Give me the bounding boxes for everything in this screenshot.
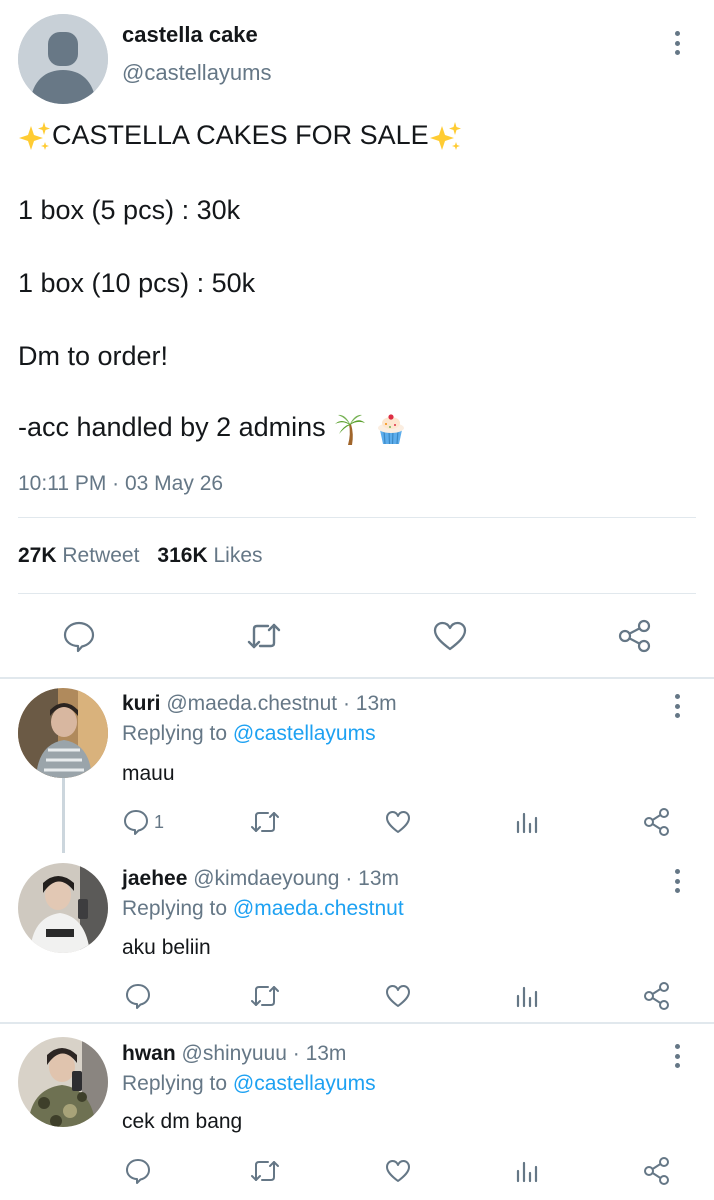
replying-mention[interactable]: @castellayums <box>233 1072 376 1095</box>
heart-icon[interactable] <box>384 983 412 1009</box>
user-photo <box>18 863 108 953</box>
heart-icon[interactable] <box>384 1158 412 1184</box>
reply-author-name[interactable]: kuri <box>122 692 161 715</box>
analytics-icon[interactable] <box>515 984 541 1008</box>
sparkles-icon <box>19 122 50 150</box>
retweet-stat[interactable]: 27K Retweet <box>18 544 139 567</box>
share-icon[interactable] <box>643 807 671 837</box>
reply-item[interactable]: jaehee @kimdaeyoung · 13m Replying to @m… <box>0 849 714 1022</box>
retweet-label: Retweet <box>62 544 140 567</box>
comment-icon[interactable] <box>62 619 96 653</box>
reply-header: kuri @maeda.chestnut · 13m <box>122 692 397 716</box>
sparkles-icon <box>429 122 461 150</box>
user-photo <box>18 688 108 778</box>
tweet-line-price-large: 1 box (10 pcs) : 50k <box>18 268 256 298</box>
more-options-icon[interactable] <box>674 869 680 893</box>
more-options-icon[interactable] <box>674 1044 680 1068</box>
share-icon[interactable] <box>643 1156 671 1186</box>
replying-to: Replying to @castellayums <box>122 722 376 746</box>
tweet-line-title: CASTELLA CAKES FOR SALE <box>18 120 463 154</box>
heart-icon[interactable] <box>384 809 412 835</box>
comment-icon[interactable] <box>124 1157 152 1185</box>
tweet-title-text: CASTELLA CAKES FOR SALE <box>52 120 429 151</box>
divider <box>18 593 696 594</box>
reply-time: · 13m <box>292 1042 347 1065</box>
replying-label: Replying to <box>122 1072 228 1095</box>
more-options-icon[interactable] <box>674 694 680 718</box>
reply-author-handle[interactable]: @maeda.chestnut <box>166 692 337 715</box>
reply-text: aku beliin <box>122 936 211 959</box>
thread-line <box>62 778 65 853</box>
author-name[interactable]: castella cake <box>122 22 258 48</box>
tweet-line-price-small: 1 box (5 pcs) : 30k <box>18 195 241 225</box>
avatar[interactable] <box>18 688 108 778</box>
reply-header: hwan @shinyuuu · 13m <box>122 1042 346 1066</box>
share-icon[interactable] <box>617 618 653 654</box>
author-handle[interactable]: @castellayums <box>122 60 272 86</box>
retweet-icon[interactable] <box>249 809 281 835</box>
like-count: 316K <box>157 544 208 567</box>
replying-mention[interactable]: @castellayums <box>233 722 376 745</box>
reply-text: cek dm bang <box>122 1110 243 1133</box>
retweet-icon[interactable] <box>246 621 282 651</box>
analytics-icon[interactable] <box>515 810 541 834</box>
user-photo <box>18 1037 108 1127</box>
reply-item[interactable]: hwan @shinyuuu · 13m Replying to @castel… <box>0 1024 714 1200</box>
divider <box>18 517 696 518</box>
reply-text: mauu <box>122 762 175 785</box>
tweet-timestamp[interactable]: 10:11 PM · 03 May 26 <box>18 472 223 496</box>
retweet-count: 27K <box>18 544 57 567</box>
author-avatar[interactable] <box>18 14 108 104</box>
reply-time: · 13m <box>342 692 397 715</box>
reply-time: · 13m <box>345 867 399 890</box>
tweet-line-order: Dm to order! <box>18 341 169 371</box>
retweet-icon[interactable] <box>249 983 281 1009</box>
reply-author-name[interactable]: hwan <box>122 1042 176 1065</box>
replying-label: Replying to <box>122 722 228 745</box>
palm-tree-icon <box>335 414 366 445</box>
tweet-admins-text: -acc handled by 2 admins <box>18 412 326 443</box>
reply-author-name[interactable]: jaehee <box>122 867 187 890</box>
more-options-icon[interactable] <box>674 31 680 55</box>
avatar[interactable] <box>18 1037 108 1127</box>
analytics-icon[interactable] <box>515 1159 541 1183</box>
replying-label: Replying to <box>122 897 228 920</box>
cupcake-icon <box>377 414 404 445</box>
reply-count: 1 <box>154 812 165 832</box>
comment-icon[interactable] <box>124 982 152 1010</box>
reply-item[interactable]: kuri @maeda.chestnut · 13m Replying to @… <box>0 679 714 853</box>
replying-to: Replying to @castellayums <box>122 1072 376 1096</box>
reply-header: jaehee @kimdaeyoung · 13m <box>122 867 399 891</box>
retweet-icon[interactable] <box>249 1158 281 1184</box>
share-icon[interactable] <box>643 981 671 1011</box>
tweet-line-admins: -acc handled by 2 admins <box>18 412 407 446</box>
heart-icon[interactable] <box>432 620 468 652</box>
avatar[interactable] <box>18 863 108 953</box>
likes-stat[interactable]: 316K Likes <box>157 544 262 567</box>
replying-to: Replying to @maeda.chestnut <box>122 897 404 921</box>
comment-icon[interactable] <box>122 808 150 836</box>
reply-author-handle[interactable]: @kimdaeyoung <box>193 867 339 890</box>
main-tweet: castella cake @castellayums CASTELLA CAK… <box>0 0 714 678</box>
likes-label: Likes <box>213 544 263 567</box>
tweet-stats: 27K Retweet 316K Likes <box>18 544 263 568</box>
reply-author-handle[interactable]: @shinyuuu <box>182 1042 287 1065</box>
default-avatar-icon <box>18 14 108 104</box>
replying-mention[interactable]: @maeda.chestnut <box>233 897 404 920</box>
